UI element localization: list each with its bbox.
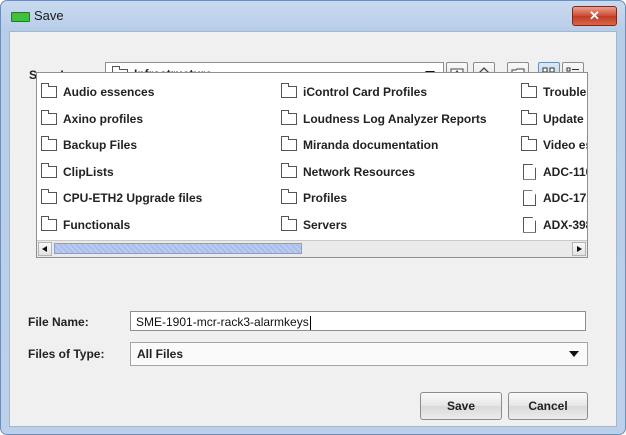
file-column-1: Audio essences Axino profiles Backup Fil… bbox=[41, 79, 202, 238]
list-item[interactable]: ClipLists bbox=[41, 159, 202, 186]
folder-icon bbox=[41, 162, 57, 178]
list-item[interactable]: Servers bbox=[281, 212, 487, 239]
list-item[interactable]: Axino profiles bbox=[41, 106, 202, 133]
save-button[interactable]: Save bbox=[420, 392, 502, 420]
document-icon bbox=[523, 163, 536, 180]
save-dialog: Save ✕ Save In: Infrastructure bbox=[0, 0, 626, 435]
file-name-input[interactable]: SME-1901-mcr-rack3-alarmkeys bbox=[130, 311, 586, 331]
file-column-2: iControl Card Profiles Loudness Log Anal… bbox=[281, 79, 487, 238]
document-icon bbox=[523, 190, 536, 207]
folder-icon bbox=[41, 136, 57, 152]
folder-icon bbox=[281, 136, 297, 152]
list-item[interactable]: ADC-172 bbox=[521, 185, 587, 212]
file-type-label: Files of Type: bbox=[28, 347, 105, 361]
list-item[interactable]: ADC-110 bbox=[521, 159, 587, 186]
list-item[interactable]: Loudness Log Analyzer Reports bbox=[281, 106, 487, 133]
chevron-down-icon[interactable] bbox=[569, 351, 579, 357]
folder-icon bbox=[281, 189, 297, 205]
folder-icon bbox=[521, 136, 537, 152]
title-bar[interactable]: Save ✕ bbox=[1, 1, 625, 31]
folder-icon bbox=[41, 189, 57, 205]
scroll-right-icon[interactable] bbox=[572, 242, 586, 256]
app-window-icon bbox=[11, 12, 30, 22]
list-item[interactable]: Video es bbox=[521, 132, 587, 159]
horizontal-scrollbar[interactable] bbox=[37, 240, 587, 257]
folder-icon bbox=[281, 162, 297, 178]
cancel-button[interactable]: Cancel bbox=[508, 392, 588, 420]
file-list[interactable]: Audio essences Axino profiles Backup Fil… bbox=[36, 72, 588, 258]
file-column-3: Troubles Update A Video es ADC-110 ADC-1… bbox=[521, 79, 587, 239]
folder-icon bbox=[281, 83, 297, 99]
list-item[interactable]: iControl Card Profiles bbox=[281, 79, 487, 106]
list-item[interactable]: Miranda documentation bbox=[281, 132, 487, 159]
list-item[interactable]: Functionals bbox=[41, 212, 202, 239]
folder-icon bbox=[521, 109, 537, 125]
folder-icon bbox=[41, 215, 57, 231]
file-type-value: All Files bbox=[137, 347, 184, 361]
window-title: Save bbox=[34, 8, 64, 23]
list-item[interactable]: CPU-ETH2 Upgrade files bbox=[41, 185, 202, 212]
folder-icon bbox=[41, 109, 57, 125]
list-item[interactable]: Backup Files bbox=[41, 132, 202, 159]
dialog-body: Save In: Infrastructure bbox=[9, 31, 617, 427]
close-button[interactable]: ✕ bbox=[572, 6, 617, 26]
text-caret bbox=[309, 315, 311, 330]
scroll-left-icon[interactable] bbox=[38, 242, 52, 256]
list-item[interactable]: Network Resources bbox=[281, 159, 487, 186]
folder-icon bbox=[281, 215, 297, 231]
list-item[interactable]: Troubles bbox=[521, 79, 587, 106]
file-name-value: SME-1901-mcr-rack3-alarmkeys bbox=[136, 315, 309, 329]
list-item[interactable]: Audio essences bbox=[41, 79, 202, 106]
folder-icon bbox=[521, 83, 537, 99]
file-name-label: File Name: bbox=[28, 315, 89, 329]
list-item[interactable]: Update A bbox=[521, 106, 587, 133]
scrollbar-thumb[interactable] bbox=[54, 243, 302, 254]
file-type-dropdown[interactable]: All Files bbox=[130, 342, 588, 366]
folder-icon bbox=[281, 109, 297, 125]
folder-icon bbox=[41, 83, 57, 99]
list-item[interactable]: ADX-398 bbox=[521, 212, 587, 239]
list-item[interactable]: Profiles bbox=[281, 185, 487, 212]
document-icon bbox=[523, 216, 536, 233]
